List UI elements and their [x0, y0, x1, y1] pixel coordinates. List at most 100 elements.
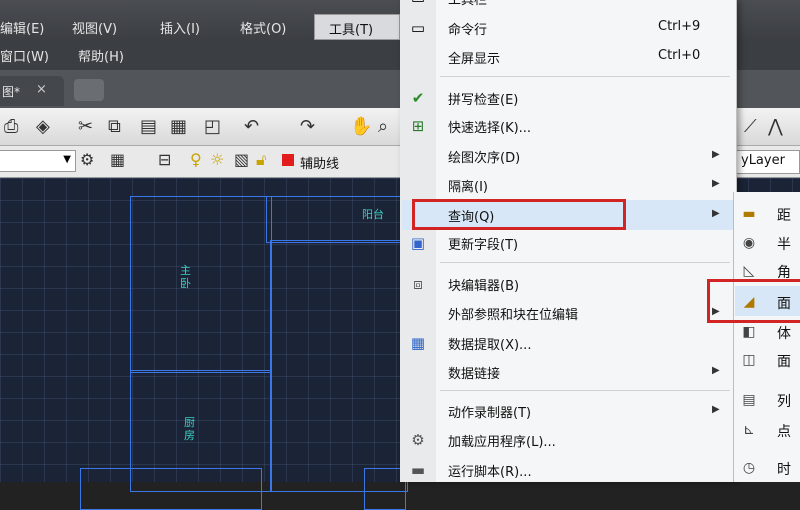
submenu-item-label: 点 [777, 424, 791, 440]
lightbulb-icon[interactable]: ♀ [190, 150, 202, 169]
line-icon[interactable]: ⟋ [744, 116, 757, 137]
freeze-sun-icon[interactable]: ☼ [210, 150, 224, 169]
angle-icon: ◺ [743, 263, 755, 279]
menu-item-data-extraction[interactable]: ▦ 数据提取(X)... [400, 331, 736, 355]
room-label: 主卧 [180, 264, 191, 290]
id-point-icon: ⊾ [743, 422, 755, 438]
pan-icon[interactable]: ✋ [350, 116, 372, 137]
menu-item-label: 更新字段(T) [448, 238, 519, 253]
wall-outline [130, 196, 272, 373]
menu-view[interactable]: 视图(V) [72, 18, 117, 37]
submenu-item-radius[interactable]: ◉ 半 [733, 229, 800, 257]
menu-item-action-recorder[interactable]: 动作录制器(T) ▶ [400, 399, 736, 423]
paste-icon[interactable]: ▤ [140, 116, 157, 137]
menu-item-spell-check[interactable]: ✔ 拼写检查(E) [400, 86, 736, 110]
submenu-item-label: 面 [777, 354, 791, 370]
undo-icon[interactable]: ↶ [244, 116, 259, 137]
submenu-arrow-icon: ▶ [712, 208, 720, 219]
menu-item-label: 命令行 [448, 23, 488, 38]
wall-outline [270, 240, 408, 492]
quick-select-icon: ⊞ [411, 117, 425, 135]
menu-insert[interactable]: 插入(I) [160, 18, 200, 37]
update-field-icon: ▣ [410, 234, 426, 252]
menu-item-update-fields[interactable]: ▣ 更新字段(T) [400, 231, 736, 255]
submenu-item-label: 距 [777, 208, 791, 224]
menu-item-label: 外部参照和块在位编辑 [448, 308, 579, 323]
menu-edit[interactable]: 编辑(E) [0, 18, 44, 37]
match-properties-icon[interactable]: ▦ [170, 116, 187, 137]
submenu-item-label: 半 [777, 237, 791, 253]
settings-icon[interactable]: ⚙ [80, 150, 94, 169]
menu-item-label: 块编辑器(B) [448, 279, 520, 294]
room-label: 阳台 [362, 208, 384, 221]
submenu-item-distance[interactable]: ▬ 距 [733, 200, 800, 228]
submenu-item-label: 体 [777, 326, 791, 342]
submenu-item-region-mass[interactable]: ◫ 面 [733, 346, 800, 374]
menu-item-xref-edit[interactable]: 外部参照和块在位编辑 ▶ [400, 301, 736, 325]
plot-icon[interactable]: ⎙ [4, 116, 18, 137]
menu-window[interactable]: 窗口(W) [0, 46, 49, 65]
submenu-arrow-icon: ▶ [712, 404, 720, 415]
menu-item-label: 动作录制器(T) [448, 406, 532, 421]
menu-item-toolbars[interactable]: ▭ 工具栏 [400, 0, 736, 10]
tab-close-icon[interactable]: × [36, 82, 47, 97]
cut-icon[interactable]: ✂ [78, 116, 93, 137]
menu-item-data-links[interactable]: 数据链接 ▶ [400, 360, 736, 384]
layer-properties-icon[interactable]: ⊟ [158, 150, 171, 169]
polyline-icon[interactable]: ⋀ [768, 116, 783, 137]
submenu-item-id-point[interactable]: ⊾ 点 [733, 416, 800, 444]
command-line-icon: ▭ [410, 19, 426, 37]
menu-item-quick-select[interactable]: ⊞ 快速选择(K)... [400, 114, 736, 138]
redo-icon[interactable]: ↷ [300, 116, 315, 137]
submenu-arrow-icon: ▶ [712, 365, 720, 376]
annotation-box-query [412, 199, 626, 230]
lock-icon[interactable]: 🔓︎ [256, 150, 266, 170]
menu-tools-label: 工具(T) [329, 23, 374, 38]
room-label: 厨房 [184, 416, 195, 442]
menu-format[interactable]: 格式(O) [240, 18, 286, 37]
layer-states-icon[interactable]: ▦ [110, 150, 125, 169]
menu-item-load-application[interactable]: ⚙ 加载应用程序(L)... [400, 428, 736, 452]
3d-view-icon[interactable]: ◈ [36, 116, 50, 137]
radius-icon: ◉ [742, 235, 756, 251]
menu-help[interactable]: 帮助(H) [78, 46, 124, 65]
menu-item-isolate[interactable]: 隔离(I) ▶ [400, 173, 736, 197]
menu-item-label: 绘图次序(D) [448, 151, 521, 166]
shortcut-label: Ctrl+0 [658, 48, 701, 63]
document-tab[interactable]: 图* × [0, 76, 64, 106]
zoom-icon[interactable]: ⌕ [378, 116, 388, 137]
chevron-down-icon: ▼ [63, 154, 71, 165]
menu-item-label: 数据提取(X)... [448, 338, 532, 353]
annotation-box-area [707, 279, 800, 323]
tab-title: 图* [2, 85, 21, 99]
menu-item-command-line[interactable]: ▭ 命令行 Ctrl+9 [400, 16, 736, 40]
menu-item-run-script[interactable]: ▬ 运行脚本(R)... [400, 458, 736, 482]
layer-color-swatch [282, 154, 294, 166]
wall-outline [80, 468, 262, 510]
menu-item-block-editor[interactable]: ⧈ 块编辑器(B) [400, 272, 736, 296]
menu-item-label: 拼写检查(E) [448, 93, 519, 108]
list-icon: ▤ [742, 392, 756, 408]
submenu-item-time[interactable]: ◷ 时 [733, 454, 800, 482]
menu-tools[interactable]: 工具(T) [314, 14, 400, 40]
data-extraction-icon: ▦ [410, 334, 426, 352]
current-layer-name: 辅助线 [300, 157, 340, 172]
block-icon[interactable]: ◰ [204, 116, 221, 137]
layer-dropdown[interactable]: ▼ [0, 150, 76, 172]
color-control[interactable]: yLayer [736, 150, 800, 174]
copy-icon[interactable]: ⧉ [108, 116, 121, 137]
toolbar-icon: ▭ [408, 0, 428, 8]
time-icon: ◷ [742, 460, 756, 476]
menu-item-draw-order[interactable]: 绘图次序(D) ▶ [400, 144, 736, 168]
menu-item-label: 运行脚本(R)... [448, 465, 532, 480]
menu-item-label: 快速选择(K)... [448, 121, 532, 136]
distance-icon: ▬ [742, 206, 756, 222]
new-tab-button[interactable] [74, 79, 104, 101]
submenu-item-label: 时 [777, 462, 791, 478]
menu-item-fullscreen[interactable]: 全屏显示 Ctrl+0 [400, 45, 736, 69]
submenu-item-label: 列 [777, 394, 791, 410]
menu-separator [440, 262, 730, 263]
menu-item-label: 隔离(I) [448, 180, 488, 195]
submenu-item-list[interactable]: ▤ 列 [733, 386, 800, 414]
viewport-icon[interactable]: ▧ [234, 150, 249, 169]
